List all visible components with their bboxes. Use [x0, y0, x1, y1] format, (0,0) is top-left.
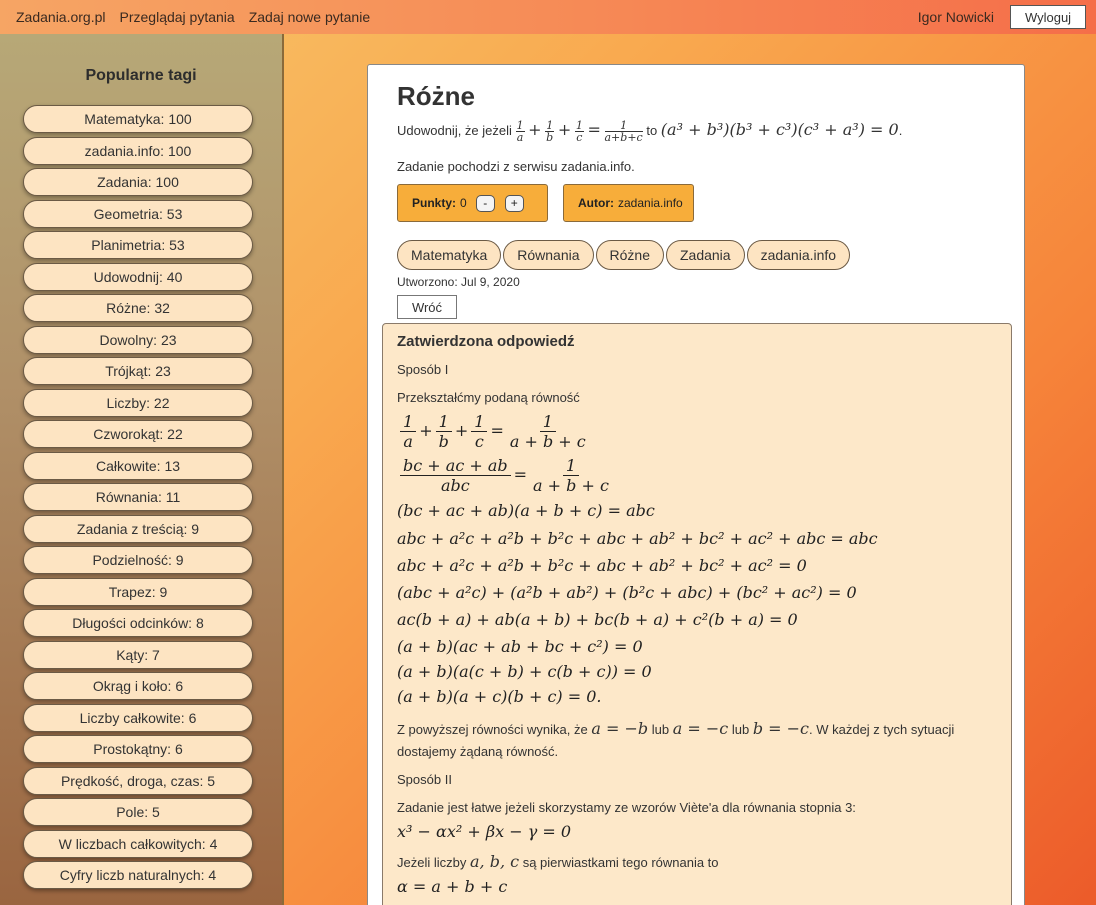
equation-line: abc + a²c + a²b + b²c + abc + ab² + bc² … [397, 529, 878, 548]
question-statement: Udowodnij, że jeżeli 1a + 1b + 1c = 1 a+b… [397, 119, 903, 145]
tag-list: Matematyka: 100 zadania.info: 100 Zadani… [0, 105, 282, 889]
tag-pill[interactable]: Podzielność: 9 [23, 546, 253, 574]
points-value: 0 [460, 196, 467, 211]
math-frac: 1b [545, 119, 555, 145]
viete-text: Zadanie jest łatwe jeżeli skorzystamy ze… [397, 800, 856, 815]
tag-pill[interactable]: zadania.info: 100 [23, 136, 253, 165]
tag-pill[interactable]: Matematyka: 100 [23, 105, 253, 133]
browse-questions-link[interactable]: Przeglądaj pytania [120, 9, 235, 25]
question-tags: Matematyka Równania Różne Zadania zadani… [397, 240, 1024, 271]
conclusion-eq-1: a = −b [591, 719, 649, 738]
tag-pill[interactable]: Całkowite: 13 [23, 451, 253, 480]
logout-button[interactable]: Wyloguj [1010, 5, 1086, 29]
question-source: Zadanie pochodzi z serwisu zadania.info. [397, 159, 635, 175]
popular-tags-heading: Popularne tagi [85, 67, 197, 84]
tag-pill[interactable]: Cyfry liczb naturalnych: 4 [23, 861, 253, 889]
ask-question-link[interactable]: Zadaj nowe pytanie [249, 9, 370, 25]
roots-vars: a, b, c [469, 852, 520, 871]
equation-line: abc + a²c + a²b + b²c + abc + ab² + bc² … [397, 556, 807, 575]
conclusion-eq-3: b = −c [752, 719, 810, 738]
answer-heading: Zatwierdzona odpowiedź [397, 333, 575, 350]
brand-link[interactable]: Zadania.org.pl [16, 9, 106, 25]
tag-pill[interactable]: Czworokąt: 22 [23, 420, 253, 448]
user-name[interactable]: Igor Nowicki [918, 9, 994, 25]
upvote-button[interactable]: + [504, 194, 524, 212]
conclusion-eq-2: a = −c [672, 719, 729, 738]
tag-pill[interactable]: Geometria: 53 [23, 199, 253, 228]
roots-suffix: są pierwiastkami tego równania to [522, 855, 719, 870]
statement-mid: to [646, 123, 658, 138]
roots-text: Jeżeli liczby a, b, c są pierwiastkami t… [397, 851, 1011, 874]
math-symbol: = [587, 120, 601, 139]
tag-pill[interactable]: Trapez: 9 [23, 577, 253, 606]
approved-answer: Zatwierdzona odpowiedź Sposób I Przekszt… [382, 323, 1012, 905]
tag-chip-rownania[interactable]: Równania [503, 240, 594, 271]
tag-pill[interactable]: Długości odcinków: 8 [23, 609, 253, 637]
question-content: Różne Udowodnij, że jeżeli 1a + 1b + 1c … [368, 65, 1024, 320]
math-frac: 1 a+b+c [604, 119, 643, 145]
tag-pill[interactable]: Liczby: 22 [23, 388, 253, 417]
statement-prefix: Udowodnij, że jeżeli [397, 123, 512, 138]
equation-fraction-1: 1 a + 1 b + 1 c = 1a + b + c [397, 409, 1011, 453]
cubic-equation: x³ − αx² + βx − γ = 0 [397, 822, 572, 841]
method-1-label: Sposób I [397, 362, 449, 377]
transform-text: Przekształćmy podaną równość [397, 390, 580, 405]
author-label: Autor: [578, 196, 614, 211]
alpha-equation: α = a + b + c [397, 877, 508, 896]
points-label: Punkty: [412, 196, 457, 211]
equation-line: (bc + ac + ab)(a + b + c) = abc [397, 501, 655, 520]
conclusion-or-2: lub [731, 722, 750, 737]
tag-chip-matematyka[interactable]: Matematyka [397, 240, 502, 271]
tag-pill[interactable]: Kąty: 7 [23, 640, 253, 669]
tag-pill[interactable]: Udowodnij: 40 [23, 262, 253, 291]
conclusion-text: Z powyższej równości wynika, że a = −b l… [397, 718, 1011, 763]
equation-fraction-2: bc + ac + ab abc = 1a + b + c [397, 453, 1011, 497]
tag-chip-zadania-info[interactable]: zadania.info [746, 240, 851, 271]
sidebar: Popularne tagi Matematyka: 100 zadania.i… [0, 34, 284, 905]
info-box-row: Punkty: 0 - + Autor: zadania.info [397, 184, 1024, 223]
math-symbol: + [557, 120, 572, 139]
downvote-button[interactable]: - [475, 194, 495, 212]
math-frac: 1c [574, 119, 584, 145]
roots-prefix: Jeżeli liczby [397, 855, 467, 870]
equation-line: ac(b + a) + ab(a + b) + bc(b + a) + c²(b… [397, 610, 798, 629]
top-navbar: Zadania.org.pl Przeglądaj pytania Zadaj … [0, 0, 1096, 34]
equation-line: (a + b)(a + c)(b + c) = 0. [397, 687, 602, 706]
points-box: Punkty: 0 - + [397, 184, 548, 223]
tag-pill[interactable]: Trójkąt: 23 [23, 357, 253, 385]
conclusion-or-1: lub [651, 722, 670, 737]
method-2-label: Sposób II [397, 772, 452, 787]
author-value[interactable]: zadania.info [618, 196, 683, 210]
back-button[interactable]: Wróć [397, 295, 457, 320]
tag-pill[interactable]: Liczby całkowite: 6 [23, 703, 253, 732]
tag-pill[interactable]: Okrąg i koło: 6 [23, 672, 253, 700]
tag-pill[interactable]: Dowolny: 23 [23, 325, 253, 354]
tag-pill[interactable]: Zadania z treścią: 9 [23, 514, 253, 543]
math-frac: 1a [515, 119, 525, 145]
tag-pill[interactable]: Równania: 11 [23, 483, 253, 511]
tag-pill[interactable]: Zadania: 100 [23, 168, 253, 196]
conclusion-part-1: Z powyższej równości wynika, że [397, 722, 588, 737]
created-date: Utworzono: Jul 9, 2020 [397, 275, 520, 290]
tag-pill[interactable]: W liczbach całkowitych: 4 [23, 829, 253, 858]
tag-pill[interactable]: Prostokątny: 6 [23, 735, 253, 763]
equation-line: (a + b)(ac + ab + bc + c²) = 0 [397, 637, 643, 656]
equation-line: (a + b)(a(c + b) + c(b + c)) = 0 [397, 662, 652, 681]
tag-pill[interactable]: Różne: 32 [23, 294, 253, 322]
question-title: Różne [397, 81, 475, 111]
tag-chip-zadania[interactable]: Zadania [665, 240, 745, 271]
tag-chip-rozne[interactable]: Różne [595, 240, 664, 271]
tag-pill[interactable]: Planimetria: 53 [23, 231, 253, 259]
tag-pill[interactable]: Pole: 5 [23, 798, 253, 826]
math-symbol: + [528, 120, 542, 139]
question-card: Różne Udowodnij, że jeżeli 1a + 1b + 1c … [367, 64, 1025, 905]
author-box: Autor: zadania.info [563, 184, 694, 223]
tag-pill[interactable]: Prędkość, droga, czas: 5 [23, 766, 253, 795]
equation-line: (abc + a²c) + (a²b + ab²) + (b²c + abc) … [397, 583, 857, 602]
math-product: (a³ + b³)(b³ + c³)(c³ + a³) = 0 [660, 120, 899, 139]
